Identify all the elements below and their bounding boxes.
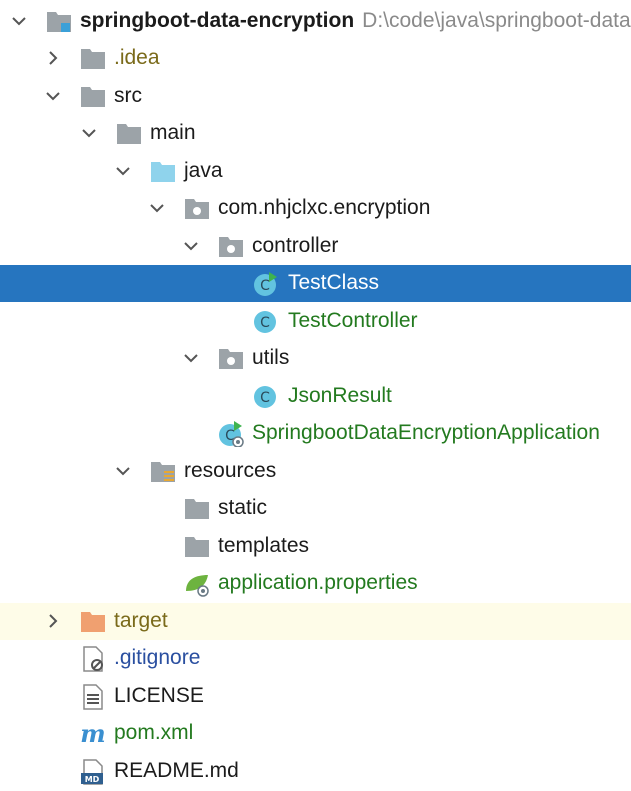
svg-text:C: C — [260, 278, 270, 294]
tree-row-target[interactable]: target — [0, 603, 631, 640]
templates-label: templates — [218, 534, 310, 557]
application-class-label: SpringbootDataEncryptionApplication — [252, 421, 600, 444]
project-name-text: springboot-data-encryption — [80, 9, 355, 32]
java-label: java — [184, 159, 223, 182]
chevron-down-icon[interactable] — [182, 237, 200, 255]
static-label: static — [218, 496, 268, 519]
tree-row-readme[interactable]: MD README.md — [0, 753, 631, 790]
json-result-label: JsonResult — [288, 384, 392, 407]
pom-label: pom.xml — [114, 721, 194, 744]
folder-icon — [185, 537, 209, 557]
test-class-label: TestClass — [288, 271, 380, 294]
runnable-class-icon: C — [254, 272, 277, 296]
tree-row-main[interactable]: main — [0, 115, 631, 152]
chevron-down-icon[interactable] — [182, 349, 200, 367]
tree-row-package[interactable]: com.nhjclxc.encryption — [0, 190, 631, 227]
tree-row-license[interactable]: LICENSE — [0, 678, 631, 715]
tree-row-utils[interactable]: utils — [0, 340, 631, 377]
project-name: springboot-data-encryption D:\code\java\s… — [80, 8, 631, 34]
tree-row-src[interactable]: src — [0, 78, 631, 115]
tree-row-application-class[interactable]: C SpringbootDataEncryptionApplication — [0, 415, 631, 452]
chevron-down-icon[interactable] — [114, 162, 132, 180]
package-icon — [219, 237, 243, 257]
project-path: D:\code\java\springboot-data-encryption — [362, 9, 631, 32]
chevron-down-icon[interactable] — [114, 462, 132, 480]
folder-icon — [81, 49, 105, 69]
gitignore-label: .gitignore — [114, 646, 201, 669]
tree-row-application-properties[interactable]: application.properties — [0, 565, 631, 602]
svg-text:m: m — [80, 721, 105, 747]
package-icon — [185, 199, 209, 219]
chevron-right-icon[interactable] — [44, 612, 62, 630]
tree-row-static[interactable]: static — [0, 490, 631, 527]
chevron-down-icon[interactable] — [148, 199, 166, 217]
readme-label: README.md — [114, 759, 239, 782]
svg-text:MD: MD — [85, 775, 100, 784]
chevron-down-icon[interactable] — [44, 87, 62, 105]
class-icon: C — [254, 386, 276, 408]
package-label: com.nhjclxc.encryption — [218, 196, 431, 219]
tree-row-idea[interactable]: .idea — [0, 40, 631, 77]
svg-text:C: C — [260, 315, 270, 331]
spring-properties-icon — [186, 575, 209, 597]
folder-icon — [81, 87, 105, 107]
test-controller-label: TestController — [288, 309, 418, 332]
folder-icon — [117, 124, 141, 144]
tree-row-project-root[interactable]: springboot-data-encryption D:\code\java\s… — [0, 3, 631, 40]
application-properties-label: application.properties — [218, 571, 418, 594]
svg-text:C: C — [260, 390, 270, 406]
maven-file-icon: m — [80, 721, 105, 747]
src-label: src — [114, 84, 142, 107]
resources-folder-icon — [151, 462, 175, 482]
source-folder-icon — [151, 162, 175, 182]
class-icon: C — [254, 311, 276, 333]
resources-label: resources — [184, 459, 277, 482]
chevron-down-icon[interactable] — [10, 12, 28, 30]
chevron-down-icon[interactable] — [80, 124, 98, 142]
main-label: main — [150, 121, 196, 144]
tree-row-controller[interactable]: controller — [0, 228, 631, 265]
tree-row-pom[interactable]: m pom.xml — [0, 715, 631, 752]
tree-row-gitignore[interactable]: .gitignore — [0, 640, 631, 677]
text-file-icon — [83, 684, 103, 710]
package-icon — [219, 349, 243, 369]
idea-label: .idea — [114, 46, 160, 69]
license-label: LICENSE — [114, 684, 204, 707]
excluded-folder-icon — [81, 612, 105, 632]
project-tree: springboot-data-encryption D:\code\java\s… — [0, 0, 631, 791]
controller-label: controller — [252, 234, 339, 257]
markdown-file-icon: MD — [81, 759, 103, 785]
tree-row-test-class[interactable]: C TestClass — [0, 265, 631, 302]
spring-boot-application-icon: C — [219, 421, 244, 447]
folder-icon — [185, 499, 209, 519]
ignore-file-icon — [83, 646, 103, 672]
tree-row-templates[interactable]: templates — [0, 528, 631, 565]
utils-label: utils — [252, 346, 290, 369]
module-folder-icon — [47, 12, 71, 32]
tree-row-test-controller[interactable]: C TestController — [0, 303, 631, 340]
chevron-right-icon[interactable] — [44, 49, 62, 67]
tree-row-json-result[interactable]: C JsonResult — [0, 378, 631, 415]
target-label: target — [114, 609, 168, 632]
tree-row-resources[interactable]: resources — [0, 453, 631, 490]
tree-row-java[interactable]: java — [0, 153, 631, 190]
